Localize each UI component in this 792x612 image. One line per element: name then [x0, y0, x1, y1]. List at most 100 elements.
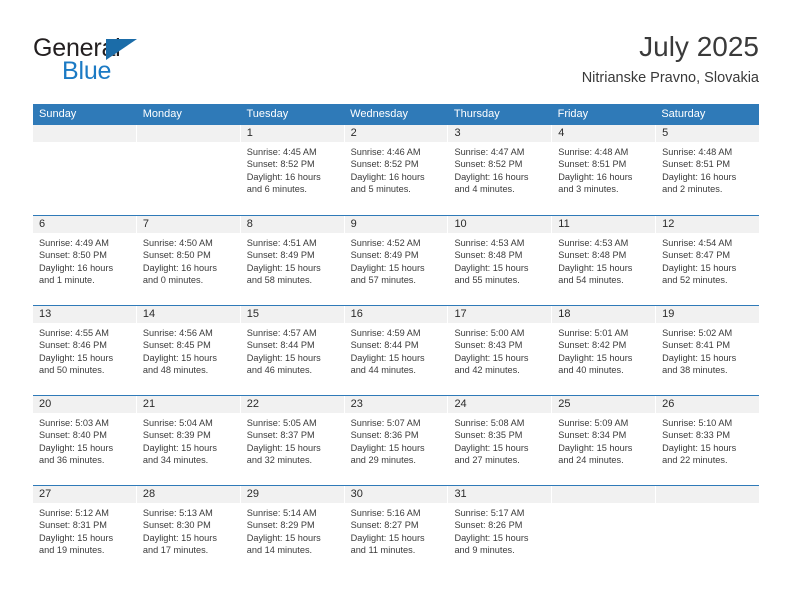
- sunset-text: Sunset: 8:46 PM: [39, 340, 107, 351]
- day-cell[interactable]: 11 Sunrise: 4:53 AM Sunset: 8:48 PM Dayl…: [552, 216, 657, 305]
- daylight-text-line1: Daylight: 15 hours: [558, 442, 633, 453]
- day-cell[interactable]: 7 Sunrise: 4:50 AM Sunset: 8:50 PM Dayli…: [136, 216, 241, 305]
- daylight-text-line1: Daylight: 16 hours: [558, 171, 633, 182]
- daylight-text-line1: Daylight: 15 hours: [246, 532, 321, 543]
- day-cell[interactable]: 19 Sunrise: 5:02 AM Sunset: 8:41 PM Dayl…: [656, 306, 760, 395]
- day-cell[interactable]: 14 Sunrise: 4:56 AM Sunset: 8:45 PM Dayl…: [136, 306, 241, 395]
- sunrise-text: Sunrise: 5:14 AM: [246, 508, 317, 518]
- day-number: [33, 125, 136, 142]
- day-number: 5: [656, 125, 760, 142]
- day-cell[interactable]: 3 Sunrise: 4:47 AM Sunset: 8:52 PM Dayli…: [448, 125, 553, 215]
- weekday-header-sunday: Sunday: [39, 108, 77, 120]
- day-cell[interactable]: 31 Sunrise: 5:17 AM Sunset: 8:26 PM Dayl…: [448, 486, 553, 575]
- day-cell[interactable]: [136, 125, 241, 215]
- day-cell[interactable]: 20 Sunrise: 5:03 AM Sunset: 8:40 PM Dayl…: [33, 396, 137, 485]
- day-cell[interactable]: 18 Sunrise: 5:01 AM Sunset: 8:42 PM Dayl…: [552, 306, 657, 395]
- day-info: Sunrise: 4:56 AM Sunset: 8:45 PM Dayligh…: [137, 323, 240, 376]
- day-info: Sunrise: 4:52 AM Sunset: 8:49 PM Dayligh…: [345, 233, 448, 286]
- day-cell[interactable]: 21 Sunrise: 5:04 AM Sunset: 8:39 PM Dayl…: [136, 396, 241, 485]
- day-cell[interactable]: [552, 486, 657, 575]
- day-number: 30: [344, 486, 448, 503]
- day-number: 19: [656, 306, 760, 323]
- sunset-text: Sunset: 8:52 PM: [350, 159, 419, 170]
- sunset-text: Sunset: 8:47 PM: [662, 250, 731, 261]
- day-cell[interactable]: 25 Sunrise: 5:09 AM Sunset: 8:34 PM Dayl…: [552, 396, 657, 485]
- daylight-text-line2: and 2 minutes.: [662, 183, 723, 194]
- daylight-text-line1: Daylight: 16 hours: [350, 171, 425, 182]
- day-info: Sunrise: 4:59 AM Sunset: 8:44 PM Dayligh…: [345, 323, 448, 376]
- day-cell[interactable]: 1 Sunrise: 4:45 AM Sunset: 8:52 PM Dayli…: [240, 125, 345, 215]
- day-cell[interactable]: [33, 125, 137, 215]
- day-cell[interactable]: 10 Sunrise: 4:53 AM Sunset: 8:48 PM Dayl…: [448, 216, 553, 305]
- day-cell[interactable]: 13 Sunrise: 4:55 AM Sunset: 8:46 PM Dayl…: [33, 306, 137, 395]
- day-number: 14: [136, 306, 240, 323]
- sunrise-text: Sunrise: 4:45 AM: [246, 147, 317, 157]
- daylight-text-line1: Daylight: 15 hours: [454, 532, 529, 543]
- daylight-text-line2: and 38 minutes.: [662, 364, 728, 375]
- day-cell[interactable]: 5 Sunrise: 4:48 AM Sunset: 8:51 PM Dayli…: [656, 125, 760, 215]
- daylight-text-line1: Daylight: 15 hours: [662, 442, 737, 453]
- day-cell[interactable]: 2 Sunrise: 4:46 AM Sunset: 8:52 PM Dayli…: [344, 125, 449, 215]
- day-number: 23: [344, 396, 448, 413]
- sunrise-text: Sunrise: 5:08 AM: [454, 418, 525, 428]
- daylight-text-line2: and 34 minutes.: [142, 454, 209, 465]
- day-cell[interactable]: 26 Sunrise: 5:10 AM Sunset: 8:33 PM Dayl…: [656, 396, 760, 485]
- day-cell[interactable]: 30 Sunrise: 5:16 AM Sunset: 8:27 PM Dayl…: [344, 486, 449, 575]
- day-info: Sunrise: 4:49 AM Sunset: 8:50 PM Dayligh…: [33, 233, 136, 286]
- daylight-text-line2: and 58 minutes.: [246, 274, 313, 285]
- sunrise-text: Sunrise: 5:04 AM: [142, 418, 213, 428]
- calendar-page: General Blue July 2025 Nitrianske Pravno…: [0, 0, 792, 612]
- daylight-text-line2: and 19 minutes.: [39, 544, 105, 555]
- sunset-text: Sunset: 8:27 PM: [350, 520, 419, 531]
- day-cell[interactable]: 27 Sunrise: 5:12 AM Sunset: 8:31 PM Dayl…: [33, 486, 137, 575]
- daylight-text-line2: and 3 minutes.: [558, 183, 619, 194]
- sunrise-text: Sunrise: 4:47 AM: [454, 147, 525, 157]
- day-cell[interactable]: 15 Sunrise: 4:57 AM Sunset: 8:44 PM Dayl…: [240, 306, 345, 395]
- day-info: Sunrise: 5:04 AM Sunset: 8:39 PM Dayligh…: [137, 413, 240, 466]
- day-cell[interactable]: 28 Sunrise: 5:13 AM Sunset: 8:30 PM Dayl…: [136, 486, 241, 575]
- daylight-text-line1: Daylight: 15 hours: [454, 262, 529, 273]
- day-cell[interactable]: 12 Sunrise: 4:54 AM Sunset: 8:47 PM Dayl…: [656, 216, 760, 305]
- general-blue-logo[interactable]: General Blue: [33, 34, 273, 90]
- daylight-text-line2: and 52 minutes.: [662, 274, 728, 285]
- day-number: 6: [33, 216, 136, 233]
- daylight-text-line2: and 54 minutes.: [558, 274, 624, 285]
- sunset-text: Sunset: 8:49 PM: [350, 250, 419, 261]
- sunrise-text: Sunrise: 4:55 AM: [39, 328, 109, 338]
- day-number: 8: [240, 216, 344, 233]
- sunrise-text: Sunrise: 4:56 AM: [142, 328, 213, 338]
- day-number: 29: [240, 486, 344, 503]
- sunset-text: Sunset: 8:36 PM: [350, 430, 419, 441]
- day-cell[interactable]: 4 Sunrise: 4:48 AM Sunset: 8:51 PM Dayli…: [552, 125, 657, 215]
- sunset-text: Sunset: 8:39 PM: [142, 430, 211, 441]
- daylight-text-line2: and 46 minutes.: [246, 364, 313, 375]
- daylight-text-line1: Daylight: 15 hours: [39, 352, 114, 363]
- day-cell[interactable]: 24 Sunrise: 5:08 AM Sunset: 8:35 PM Dayl…: [448, 396, 553, 485]
- sunrise-text: Sunrise: 4:53 AM: [454, 238, 525, 248]
- day-cell[interactable]: 29 Sunrise: 5:14 AM Sunset: 8:29 PM Dayl…: [240, 486, 345, 575]
- sunset-text: Sunset: 8:41 PM: [662, 340, 731, 351]
- day-cell[interactable]: 9 Sunrise: 4:52 AM Sunset: 8:49 PM Dayli…: [344, 216, 449, 305]
- daylight-text-line2: and 0 minutes.: [142, 274, 204, 285]
- day-cell[interactable]: 22 Sunrise: 5:05 AM Sunset: 8:37 PM Dayl…: [240, 396, 345, 485]
- daylight-text-line1: Daylight: 15 hours: [246, 352, 321, 363]
- day-info: Sunrise: 5:13 AM Sunset: 8:30 PM Dayligh…: [137, 503, 240, 556]
- day-cell[interactable]: 23 Sunrise: 5:07 AM Sunset: 8:36 PM Dayl…: [344, 396, 449, 485]
- sunrise-text: Sunrise: 5:10 AM: [662, 418, 733, 428]
- title-block: July 2025 Nitrianske Pravno, Slovakia: [582, 30, 759, 89]
- sunrise-text: Sunrise: 4:57 AM: [246, 328, 317, 338]
- day-cell[interactable]: [656, 486, 760, 575]
- day-cell[interactable]: 8 Sunrise: 4:51 AM Sunset: 8:49 PM Dayli…: [240, 216, 345, 305]
- day-cell[interactable]: 6 Sunrise: 4:49 AM Sunset: 8:50 PM Dayli…: [33, 216, 137, 305]
- day-number: 18: [552, 306, 656, 323]
- daylight-text-line2: and 48 minutes.: [142, 364, 209, 375]
- day-cell[interactable]: 16 Sunrise: 4:59 AM Sunset: 8:44 PM Dayl…: [344, 306, 449, 395]
- day-number: [656, 486, 760, 503]
- sunset-text: Sunset: 8:37 PM: [246, 430, 315, 441]
- sunrise-text: Sunrise: 4:54 AM: [662, 238, 733, 248]
- day-cell[interactable]: 17 Sunrise: 5:00 AM Sunset: 8:43 PM Dayl…: [448, 306, 553, 395]
- sunset-text: Sunset: 8:44 PM: [350, 340, 419, 351]
- sunrise-text: Sunrise: 4:53 AM: [558, 238, 629, 248]
- day-info: Sunrise: 5:03 AM Sunset: 8:40 PM Dayligh…: [33, 413, 136, 466]
- sunset-text: Sunset: 8:44 PM: [246, 340, 315, 351]
